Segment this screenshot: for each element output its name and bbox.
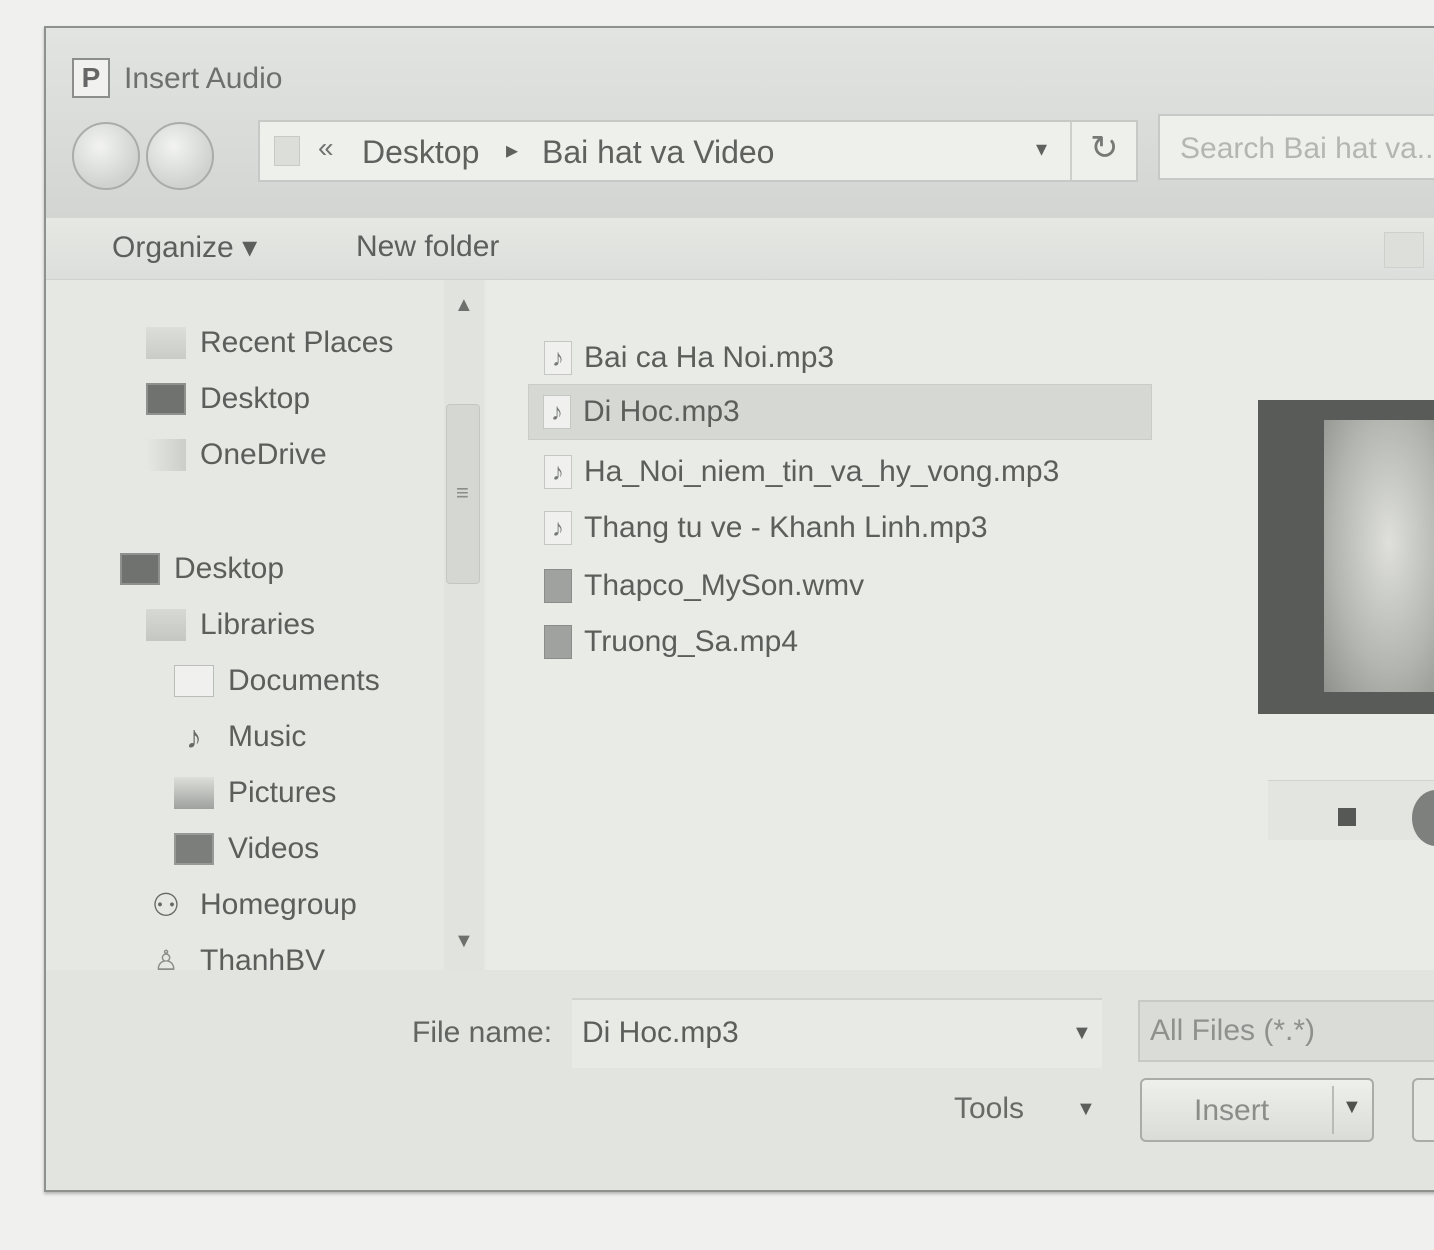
insert-split-divider bbox=[1332, 1086, 1334, 1134]
scroll-up-icon[interactable]: ▲ bbox=[454, 294, 474, 317]
preview-pane bbox=[1246, 280, 1434, 970]
refresh-icon[interactable]: ↻ bbox=[1090, 128, 1119, 168]
desktop-icon bbox=[120, 553, 160, 585]
overflow-chevron-icon[interactable]: « bbox=[318, 132, 334, 164]
file-name: Ha_Noi_niem_tin_va_hy_vong.mp3 bbox=[584, 455, 1060, 488]
powerpoint-app-icon: P bbox=[72, 58, 110, 98]
nav-item-onedrive[interactable]: OneDrive bbox=[146, 438, 327, 472]
nav-item-desktop[interactable]: Desktop bbox=[120, 552, 284, 586]
nav-item-label: Libraries bbox=[200, 608, 316, 641]
nav-item-label: Music bbox=[228, 720, 307, 753]
file-name: Truong_Sa.mp4 bbox=[584, 625, 799, 658]
scroll-grip-icon: ≡ bbox=[456, 480, 469, 505]
cancel-button[interactable] bbox=[1412, 1078, 1434, 1142]
nav-item-label: Videos bbox=[228, 832, 320, 865]
audio-file-icon: ♪ bbox=[544, 511, 572, 545]
breadcrumb-current-folder[interactable]: Bai hat va Video bbox=[542, 134, 774, 171]
audio-file-icon: ♪ bbox=[544, 455, 572, 489]
nav-item-libraries[interactable]: Libraries bbox=[146, 608, 315, 642]
nav-item-videos[interactable]: Videos bbox=[174, 832, 319, 866]
nav-item-label: Homegroup bbox=[200, 888, 357, 921]
desktop-icon bbox=[146, 383, 186, 415]
breadcrumb-desktop[interactable]: Desktop bbox=[362, 134, 479, 171]
file-item[interactable]: ♪ Thang tu ve - Khanh Linh.mp3 bbox=[530, 500, 1150, 556]
file-name-dropdown-icon[interactable]: ▼ bbox=[1072, 1022, 1092, 1045]
stop-icon[interactable] bbox=[1338, 808, 1356, 826]
title-bar: P Insert Audio « Desktop ▸ Bai hat va Vi… bbox=[46, 28, 1434, 218]
nav-item-documents[interactable]: Documents bbox=[174, 664, 380, 698]
file-name-label: File name: bbox=[412, 1016, 553, 1049]
nav-item-pictures[interactable]: Pictures bbox=[174, 776, 336, 810]
file-item-selected[interactable]: ♪ Di Hoc.mp3 bbox=[528, 384, 1152, 440]
address-bar[interactable]: « Desktop ▸ Bai hat va Video ▾ ↻ bbox=[258, 120, 1138, 182]
search-input[interactable]: Search Bai hat va... bbox=[1158, 114, 1434, 180]
address-dropdown-icon[interactable]: ▾ bbox=[1036, 136, 1047, 162]
recent-places-icon bbox=[146, 327, 186, 359]
nav-item-label: Recent Places bbox=[200, 326, 394, 359]
nav-item-label: Documents bbox=[228, 664, 380, 697]
homegroup-icon: ⚇ bbox=[151, 887, 181, 923]
videos-icon bbox=[174, 833, 214, 865]
file-name: Thapco_MySon.wmv bbox=[584, 569, 865, 602]
nav-item-label: Desktop bbox=[200, 382, 311, 415]
breadcrumb-arrow-icon[interactable]: ▸ bbox=[506, 136, 518, 165]
folder-icon bbox=[274, 136, 300, 166]
audio-file-icon: ♪ bbox=[543, 395, 571, 429]
nav-item-recent-places[interactable]: Recent Places bbox=[146, 326, 393, 360]
file-type-value: All Files (*.*) bbox=[1150, 1014, 1316, 1047]
file-list: ♪ Bai ca Ha Noi.mp3 ♪ Di Hoc.mp3 ♪ Ha_No… bbox=[486, 280, 1246, 970]
insert-dropdown-icon[interactable]: ▼ bbox=[1342, 1096, 1362, 1119]
file-name-value: Di Hoc.mp3 bbox=[582, 1016, 739, 1049]
nav-item-desktop-favorite[interactable]: Desktop bbox=[146, 382, 310, 416]
new-folder-button[interactable]: New folder bbox=[356, 230, 499, 264]
navigation-pane: Recent Places Desktop OneDrive Desktop L… bbox=[46, 280, 486, 977]
preview-photo bbox=[1324, 420, 1434, 692]
insert-audio-dialog: P Insert Audio « Desktop ▸ Bai hat va Vi… bbox=[44, 26, 1434, 1192]
nav-scrollbar[interactable]: ▲ ≡ ▼ bbox=[444, 280, 484, 970]
nav-item-label: Pictures bbox=[228, 776, 337, 809]
audio-file-icon: ♪ bbox=[544, 341, 572, 375]
back-button[interactable] bbox=[72, 122, 140, 190]
nav-item-label: OneDrive bbox=[200, 438, 327, 471]
tools-dropdown-icon[interactable]: ▼ bbox=[1076, 1098, 1096, 1121]
file-name: Bai ca Ha Noi.mp3 bbox=[584, 341, 835, 374]
file-name-field[interactable]: Di Hoc.mp3 ▼ bbox=[572, 998, 1102, 1068]
insert-button[interactable]: Insert ▼ bbox=[1140, 1078, 1374, 1142]
music-icon: ♪ bbox=[186, 719, 202, 755]
file-type-select[interactable]: All Files (*.*) bbox=[1138, 1000, 1434, 1062]
command-bar: Organize ▾ New folder bbox=[46, 218, 1434, 280]
insert-label: Insert bbox=[1194, 1094, 1270, 1127]
file-item[interactable]: Thapco_MySon.wmv bbox=[530, 558, 1150, 614]
documents-icon bbox=[174, 665, 214, 697]
file-name: Thang tu ve - Khanh Linh.mp3 bbox=[584, 511, 988, 544]
nav-item-homegroup[interactable]: ⚇ Homegroup bbox=[146, 888, 357, 922]
search-placeholder: Search Bai hat va... bbox=[1180, 132, 1434, 165]
tools-button[interactable]: Tools bbox=[954, 1092, 1024, 1126]
video-file-icon bbox=[544, 569, 572, 603]
video-file-icon bbox=[544, 625, 572, 659]
scroll-down-icon[interactable]: ▼ bbox=[454, 930, 474, 953]
file-name: Di Hoc.mp3 bbox=[583, 395, 740, 428]
file-item[interactable]: Truong_Sa.mp4 bbox=[530, 614, 1150, 670]
file-item[interactable]: ♪ Bai ca Ha Noi.mp3 bbox=[530, 330, 1150, 386]
view-options-icon[interactable] bbox=[1384, 232, 1424, 268]
forward-button[interactable] bbox=[146, 122, 214, 190]
address-divider bbox=[1070, 122, 1072, 180]
libraries-icon bbox=[146, 609, 186, 641]
organize-button[interactable]: Organize ▾ bbox=[112, 230, 257, 265]
nav-item-music[interactable]: ♪ Music bbox=[174, 720, 306, 754]
file-item[interactable]: ♪ Ha_Noi_niem_tin_va_hy_vong.mp3 bbox=[530, 444, 1150, 500]
pictures-icon bbox=[174, 777, 214, 809]
nav-item-label: Desktop bbox=[174, 552, 285, 585]
bottom-panel: File name: Di Hoc.mp3 ▼ All Files (*.*) … bbox=[46, 970, 1434, 1190]
onedrive-icon bbox=[146, 439, 186, 471]
dialog-title: Insert Audio bbox=[124, 62, 283, 95]
